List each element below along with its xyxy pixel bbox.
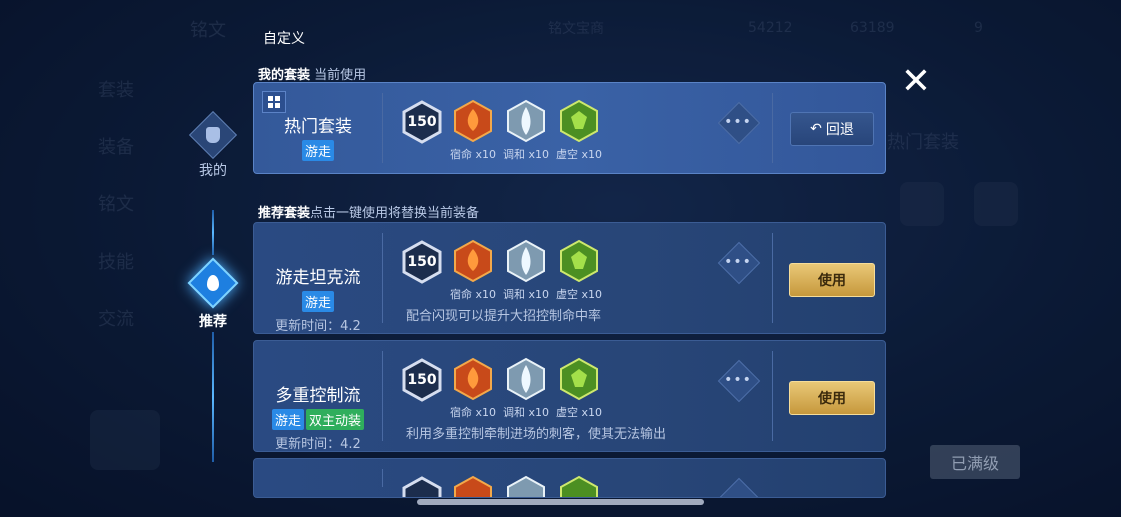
recommend-section-header: 推荐套装点击一键使用将替换当前装备 (258, 202, 479, 221)
divider (382, 233, 383, 323)
full-level-button: 已满级 (930, 445, 1020, 479)
rune-label: 宿命 x10 (449, 148, 496, 161)
void-rune-icon (560, 239, 598, 283)
level-text: 150 (407, 114, 437, 130)
rune-label: 调和 x10 (502, 288, 549, 301)
more-icon: ••• (724, 372, 752, 388)
rune-label: 宿命 x10 (449, 406, 496, 419)
more-icon: ••• (724, 254, 752, 270)
rune-label: 虚空 x10 (555, 288, 602, 301)
revert-label: 回退 (825, 122, 854, 138)
undo-icon: ↶ (810, 121, 822, 137)
current-section-header: 我的套装 当前使用 (258, 64, 366, 83)
nav-divider (212, 332, 214, 462)
divider (772, 93, 773, 163)
set-name: 多重控制流 (275, 386, 361, 406)
nav-recommend[interactable]: 推荐 (187, 257, 239, 331)
harmony-rune-icon (507, 475, 545, 497)
recommend-section-title: 推荐套装 (258, 206, 311, 221)
use-button[interactable]: 使用 (789, 263, 875, 297)
harmony-rune-icon (507, 239, 545, 283)
tag-roam: 游走 (301, 140, 334, 161)
shirt-icon (188, 110, 238, 160)
tag-roam: 游走 (271, 409, 304, 430)
current-section-title: 我的套装 (258, 68, 311, 83)
side-nav: 我的 推荐 (185, 110, 241, 470)
grid-icon[interactable] (262, 91, 286, 113)
tag-dual-active: 双主动装 (306, 409, 365, 430)
fate-rune-icon (454, 99, 492, 143)
rune-label: 调和 x10 (502, 406, 549, 419)
recommended-set-card: 多重控制流 游走 双主动装 更新时间：4.2 150 宿命 x10 调和 x10 … (253, 340, 886, 452)
revert-button[interactable]: ↶ 回退 (790, 112, 874, 146)
more-button[interactable] (717, 477, 761, 497)
void-rune-icon (560, 99, 598, 143)
more-icon: ••• (724, 114, 752, 130)
nav-my[interactable]: 我的 (185, 110, 241, 180)
recommended-set-card: 游走坦克流 游走 更新时间：4.2 150 宿命 x10 调和 x10 虚空 x… (253, 222, 886, 334)
nav-divider (212, 210, 214, 255)
rune-label: 调和 x10 (502, 148, 549, 161)
set-description: 配合闪现可以提升大招控制命中率 (406, 309, 602, 324)
divider (772, 233, 773, 323)
close-icon[interactable]: ✕ (898, 64, 934, 100)
divider (382, 469, 383, 487)
harmony-rune-icon (507, 357, 545, 401)
set-name: 游走坦克流 (275, 268, 361, 288)
fate-rune-icon (454, 239, 492, 283)
harmony-rune-icon (507, 99, 545, 143)
rune-label: 宿命 x10 (449, 288, 496, 301)
set-tags: 游走 (254, 140, 382, 161)
fate-rune-icon (454, 475, 492, 497)
tab-custom[interactable]: 自定义 (255, 24, 313, 52)
flame-icon (187, 257, 239, 309)
set-tags: 游走 双主动装 (254, 409, 382, 430)
updated-time: 更新时间：4.2 (275, 319, 361, 334)
current-section-subtitle: 当前使用 (314, 68, 367, 83)
divider (382, 351, 383, 441)
rune-label: 虚空 x10 (555, 406, 602, 419)
recommended-set-card (253, 458, 886, 498)
current-set-card: 热门套装 游走 150 宿命 x10 调和 x10 虚空 x10 ••• ↶ 回退 (253, 82, 886, 174)
void-rune-icon (560, 475, 598, 497)
rune-label: 虚空 x10 (555, 148, 602, 161)
level-text: 150 (407, 372, 437, 388)
level-hexagon-icon (402, 476, 442, 497)
updated-time: 更新时间：4.2 (275, 437, 361, 452)
set-name: 热门套装 (284, 117, 352, 137)
scrollbar[interactable] (417, 499, 704, 505)
recommend-section-subtitle: 点击一键使用将替换当前装备 (310, 206, 480, 221)
void-rune-icon (560, 357, 598, 401)
set-description: 利用多重控制牵制进场的刺客，使其无法输出 (406, 427, 667, 442)
set-tags: 游走 (254, 291, 382, 312)
divider (772, 351, 773, 441)
nav-recommend-label: 推荐 (199, 314, 227, 330)
level-text: 150 (407, 254, 437, 270)
use-button[interactable]: 使用 (789, 381, 875, 415)
tag-roam: 游走 (301, 291, 334, 312)
divider (382, 93, 383, 163)
fate-rune-icon (454, 357, 492, 401)
nav-my-label: 我的 (199, 163, 227, 179)
